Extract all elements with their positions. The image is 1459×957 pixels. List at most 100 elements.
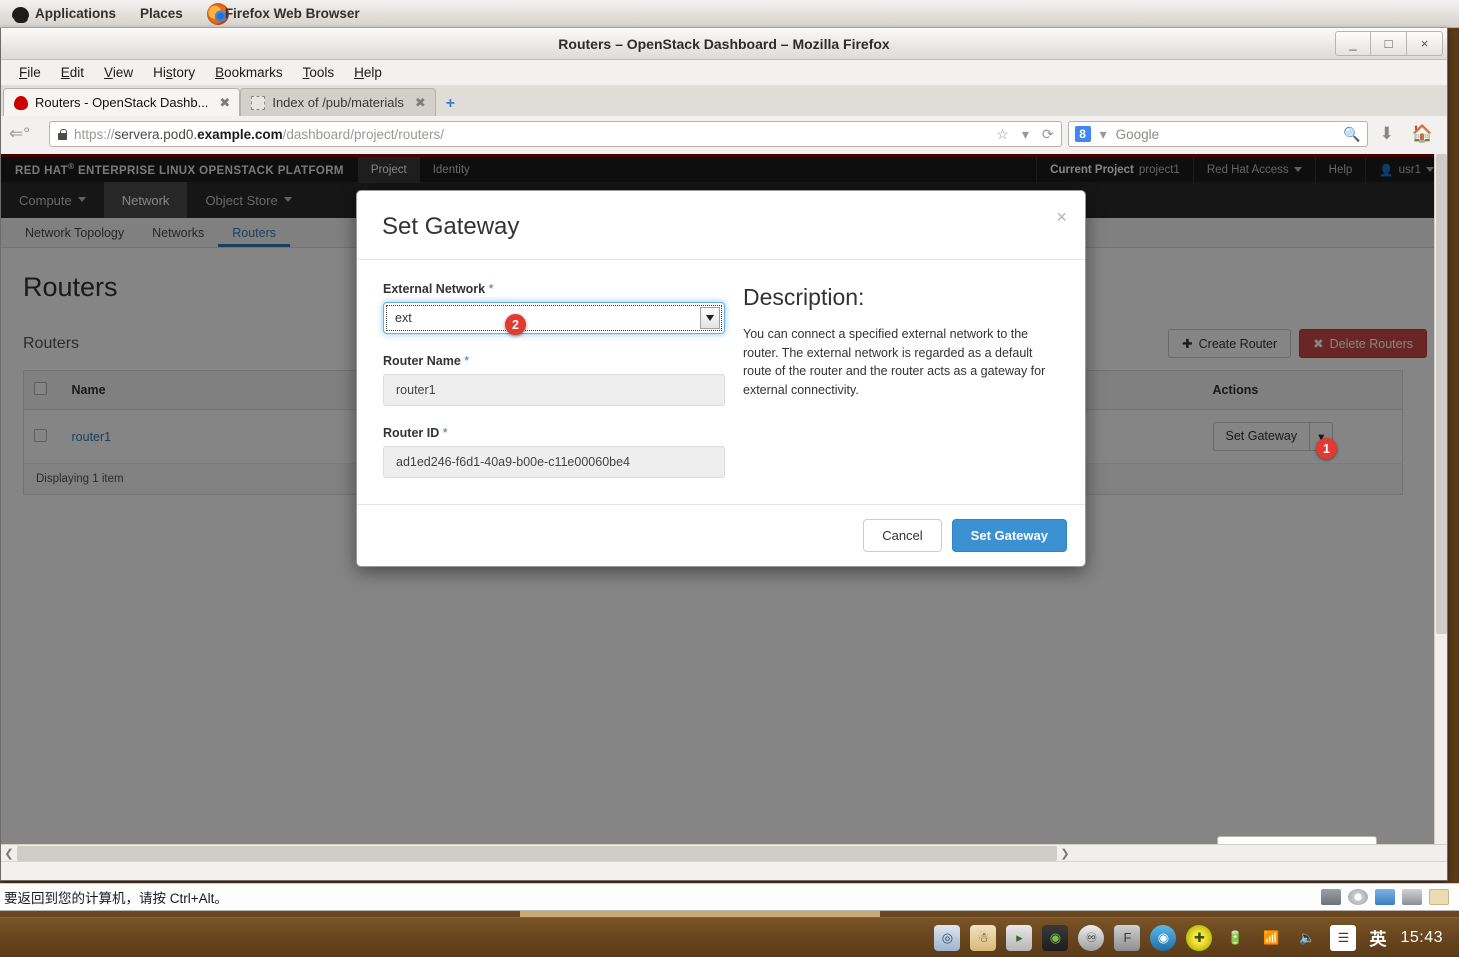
required-marker: * — [488, 282, 494, 296]
blank-favicon-icon — [251, 95, 266, 110]
lock-icon — [58, 128, 67, 140]
maximize-button[interactable]: □ — [1371, 31, 1407, 56]
ime-indicator[interactable]: 英 — [1369, 925, 1386, 950]
search-bar[interactable]: 8 ▾ Google 🔍 — [1067, 121, 1368, 147]
router-id-input[interactable]: ad1ed246-f6d1-40a9-b00e-c11e00060be4 — [383, 446, 725, 478]
minimize-button[interactable]: _ — [1335, 31, 1371, 56]
set-gateway-submit-button[interactable]: Set Gateway — [951, 519, 1067, 552]
f-icon[interactable]: F — [1114, 924, 1141, 951]
menu-file[interactable]: File — [9, 62, 51, 83]
gnome-top-panel: Applications Places Firefox Web Browser — [0, 0, 1459, 28]
browser-icon[interactable]: ◉ — [1150, 924, 1177, 951]
camera-icon[interactable] — [1402, 889, 1422, 905]
close-icon[interactable]: × — [1056, 207, 1067, 228]
firefox-window-label: Firefox Web Browser — [224, 6, 360, 21]
browser-tab-0-close-icon[interactable]: ✖ — [219, 95, 230, 111]
google-engine-icon[interactable]: 8 — [1074, 126, 1091, 142]
description-text: You can connect a specified external net… — [743, 327, 1046, 397]
menu-view[interactable]: View — [94, 62, 143, 83]
search-icon[interactable]: 🔍 — [1343, 126, 1360, 143]
browser-tabbar: Routers - OpenStack Dashb... ✖ Index of … — [1, 86, 1447, 116]
browser-navbar: ⇐° https://servera.pod0.example.com/dash… — [1, 116, 1447, 152]
browser-tab-1-title: Index of /pub/materials — [272, 95, 404, 110]
url-bar[interactable]: https://servera.pod0.example.com/dashboa… — [49, 121, 1062, 147]
modal-header: Set Gateway × — [357, 191, 1085, 260]
note-icon[interactable] — [1429, 889, 1449, 905]
places-menu-label: Places — [140, 6, 183, 21]
description-heading: Description: — [743, 284, 865, 310]
update-icon[interactable]: ✚ — [1186, 924, 1213, 951]
external-network-field: ext — [383, 302, 725, 334]
required-marker: * — [442, 426, 448, 440]
set-gateway-modal: Set Gateway × External Network * ext Rou… — [356, 190, 1086, 567]
callout-badge-2: 2 — [505, 314, 526, 335]
applications-menu-label: Applications — [35, 6, 117, 21]
sogou-icon[interactable]: ♾ — [1078, 924, 1105, 951]
engine-chevron-down-icon[interactable]: ▾ — [1097, 126, 1110, 143]
battery-icon[interactable]: 🔋 — [1222, 925, 1248, 951]
external-network-select-inner[interactable]: ext — [386, 305, 722, 331]
browser-menubar: File Edit View History Bookmarks Tools H… — [1, 60, 1447, 86]
new-tab-button[interactable]: + — [436, 95, 465, 116]
external-network-label: External Network * — [383, 282, 494, 296]
menu-help[interactable]: Help — [344, 62, 392, 83]
browser-statusbar — [1, 861, 1447, 880]
home-icon[interactable]: 🏠 — [1406, 124, 1439, 144]
applications-menu[interactable]: Applications — [0, 0, 128, 27]
external-network-value: ext — [395, 311, 412, 325]
menu-history[interactable]: History — [143, 62, 205, 83]
taskbar-clock[interactable]: 15:43 — [1400, 929, 1443, 947]
back-forward-icon[interactable]: ⇐° — [9, 124, 43, 144]
menu-tools[interactable]: Tools — [293, 62, 345, 83]
page-vertical-scrollbar[interactable]: ▾ — [1434, 154, 1447, 866]
hard-disk-icon[interactable] — [1321, 889, 1341, 905]
copy-icon[interactable]: ▸ — [1006, 924, 1033, 951]
external-network-select[interactable]: ext — [383, 302, 725, 334]
modal-body: External Network * ext Router Name * rou… — [357, 260, 1085, 504]
close-button[interactable]: × — [1407, 31, 1443, 56]
redhat-favicon-icon — [14, 95, 28, 110]
window-title: Routers – OpenStack Dashboard – Mozilla … — [558, 35, 890, 52]
page-horizontal-scrollbar[interactable]: ❮ ❯ — [1, 844, 1447, 861]
scroll-left-chevron-icon[interactable]: ❮ — [1, 847, 17, 860]
router-name-input[interactable]: router1 — [383, 374, 725, 406]
host-taskbar: ◎ ☃ ▸ ◉ ♾ F ◉ ✚ 🔋 📶 🔈 ☰ 英 15:43 — [0, 917, 1459, 957]
cancel-button[interactable]: Cancel — [863, 519, 942, 552]
chevron-down-icon[interactable]: ▾ — [1019, 126, 1032, 143]
compass-icon[interactable]: ◎ — [934, 924, 961, 951]
router-id-label: Router ID * — [383, 426, 448, 440]
star-icon[interactable]: ☆ — [993, 126, 1012, 143]
nvidia-icon[interactable]: ◉ — [1042, 924, 1069, 951]
cd-icon[interactable] — [1348, 889, 1368, 905]
browser-tab-1-close-icon[interactable]: ✖ — [415, 95, 426, 111]
horizontal-scroll-thumb[interactable] — [17, 845, 1057, 861]
browser-tab-0[interactable]: Routers - OpenStack Dashb... ✖ — [3, 88, 241, 116]
window-titlebar: Routers – OpenStack Dashboard – Mozilla … — [1, 28, 1447, 60]
reload-icon[interactable]: ⟳ — [1039, 126, 1057, 143]
places-menu[interactable]: Places — [128, 0, 195, 27]
callout-badge-1: 1 — [1316, 438, 1337, 459]
redhat-logo-icon — [12, 6, 29, 23]
search-input[interactable]: Google — [1116, 127, 1338, 142]
notification-icon[interactable]: ☰ — [1330, 924, 1357, 951]
router-name-label: Router Name * — [383, 354, 470, 368]
vertical-scroll-thumb[interactable] — [1436, 154, 1447, 634]
required-marker: * — [464, 354, 470, 368]
modal-description: Description: You can connect a specified… — [743, 282, 1059, 478]
wifi-icon[interactable]: 📶 — [1258, 925, 1284, 951]
window-controls: _ □ × — [1335, 31, 1443, 56]
modal-form: External Network * ext Router Name * rou… — [383, 282, 725, 478]
download-arrow-icon[interactable]: ⬇ — [1374, 124, 1400, 144]
modal-footer: Cancel Set Gateway — [357, 504, 1085, 566]
browser-tab-0-title: Routers - OpenStack Dashb... — [35, 95, 209, 110]
browser-tab-1[interactable]: Index of /pub/materials ✖ — [240, 88, 436, 116]
menu-edit[interactable]: Edit — [51, 62, 94, 83]
firefox-window-button[interactable]: Firefox Web Browser — [195, 0, 372, 27]
vm-message-text: 要返回到您的计算机，请按 Ctrl+Alt。 — [4, 891, 228, 906]
scroll-right-chevron-icon[interactable]: ❯ — [1057, 847, 1073, 860]
network-icon[interactable] — [1375, 889, 1395, 905]
menu-bookmarks[interactable]: Bookmarks — [205, 62, 293, 83]
qq-icon[interactable]: ☃ — [970, 924, 997, 951]
select-chevron-down-icon[interactable] — [700, 307, 720, 329]
volume-icon[interactable]: 🔈 — [1294, 925, 1320, 951]
